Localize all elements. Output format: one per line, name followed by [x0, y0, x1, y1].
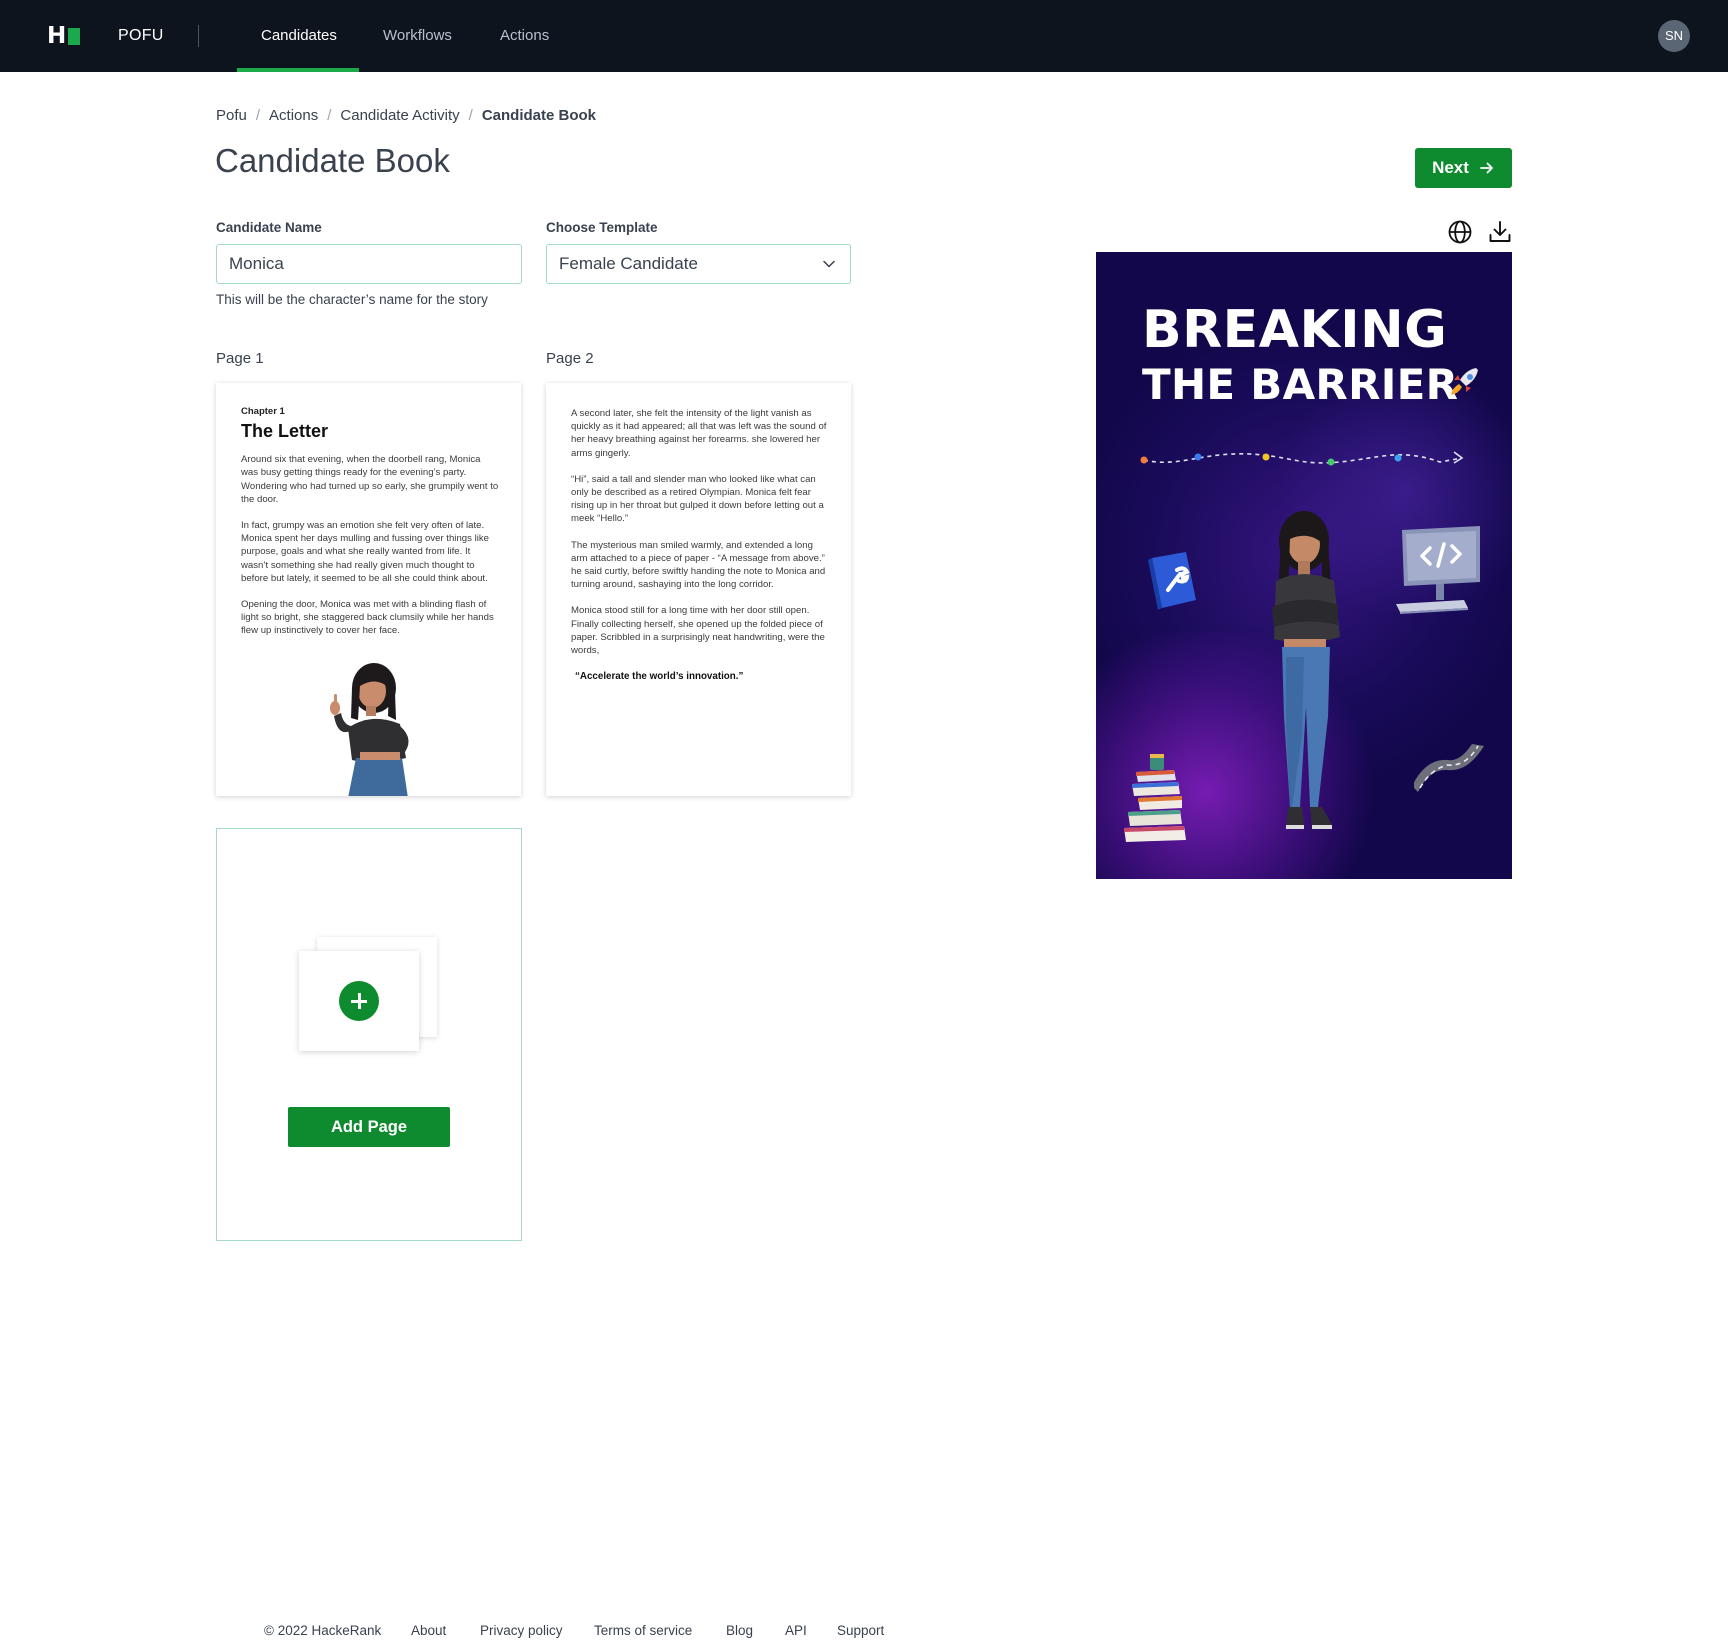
nav-divider — [198, 25, 199, 47]
story-paragraph: Opening the door, Monica was met with a … — [241, 599, 494, 637]
story-page-2[interactable]: A second later, she felt the intensity o… — [546, 383, 851, 796]
story-paragraph: “Hi”, said a tall and slender man who lo… — [571, 473, 824, 525]
hackerrank-logo[interactable]: H — [47, 23, 81, 49]
chapter-label: Chapter 1 — [241, 406, 285, 417]
breadcrumb-pofu[interactable]: Pofu — [216, 107, 247, 124]
candidate-name-input[interactable] — [216, 244, 522, 284]
cover-character — [1272, 511, 1340, 829]
footer-link-support[interactable]: Support — [837, 1622, 884, 1640]
story-paragraph: The mysterious man smiled warmly, and ex… — [571, 539, 826, 591]
book-cover-preview: BREAKING THE BARRIER — [1096, 252, 1512, 879]
road-icon — [1414, 744, 1484, 792]
dotted-path — [1140, 451, 1464, 466]
breadcrumb-separator: / — [255, 107, 261, 124]
breadcrumb-separator: / — [327, 107, 332, 124]
story-page-1[interactable]: Chapter 1 The Letter Around six that eve… — [216, 383, 521, 796]
story-paragraph: In fact, grumpy was an emotion she felt … — [241, 520, 489, 584]
footer-link-about[interactable]: About — [411, 1622, 446, 1640]
manual-book-icon — [1148, 552, 1196, 610]
cover-title-line1: BREAKING — [1142, 300, 1448, 360]
breadcrumb-candidate-book: Candidate Book — [481, 107, 596, 124]
character-illustration — [330, 663, 409, 796]
page-1-label: Page 1 — [216, 350, 264, 367]
story-paragraph: Around six that evening, when the doorbe… — [241, 454, 499, 505]
tab-workflows[interactable]: Workflows — [383, 26, 452, 46]
rocket-icon — [1451, 368, 1478, 395]
next-button[interactable]: Next — [1415, 148, 1512, 188]
add-page-plus-icon[interactable] — [339, 981, 379, 1021]
story-quote: “Accelerate the world’s innovation.” — [575, 671, 744, 683]
active-tab-indicator — [237, 68, 359, 72]
footer-link-terms[interactable]: Terms of service — [594, 1622, 692, 1640]
chapter-title: The Letter — [241, 421, 329, 442]
candidate-name-helper: This will be the character’s name for th… — [216, 292, 488, 307]
breadcrumb-candidate-activity[interactable]: Candidate Activity — [340, 107, 459, 124]
brand-name[interactable]: POFU — [118, 26, 164, 46]
tab-candidates[interactable]: Candidates — [261, 26, 337, 46]
page-title: Candidate Book — [215, 142, 450, 179]
story-paragraph: A second later, she felt the intensity o… — [571, 408, 827, 459]
user-avatar[interactable]: SN — [1658, 20, 1690, 52]
download-icon[interactable] — [1487, 219, 1513, 245]
breadcrumb-separator: / — [468, 107, 473, 124]
breadcrumb: Pofu / Actions / Candidate Activity / Candidat… — [216, 106, 596, 126]
page-2-label: Page 2 — [546, 350, 594, 367]
next-button-label: Next — [1432, 158, 1469, 177]
template-select[interactable]: Female Candidate — [546, 244, 851, 284]
footer-link-blog[interactable]: Blog — [726, 1622, 753, 1640]
tab-actions[interactable]: Actions — [500, 26, 549, 46]
arrow-right-icon — [1480, 162, 1493, 174]
books-stack-icon — [1124, 754, 1186, 842]
candidate-name-label: Candidate Name — [216, 220, 322, 235]
story-paragraph: Monica stood still for a long time with … — [571, 605, 825, 657]
cover-title-line2: THE BARRIER — [1142, 360, 1459, 409]
footer-link-api[interactable]: API — [785, 1622, 807, 1640]
template-select-value: Female Candidate — [559, 254, 698, 273]
template-label: Choose Template — [546, 220, 658, 235]
footer-link-privacy[interactable]: Privacy policy — [480, 1622, 563, 1640]
monitor-code-icon — [1396, 526, 1480, 614]
add-page-button[interactable]: Add Page — [288, 1107, 450, 1147]
add-page-card: Add Page — [216, 828, 522, 1241]
top-navbar: H POFU Candidates Workflows Actions SN — [0, 0, 1728, 72]
footer-copyright: © 2022 HackeRank — [264, 1623, 382, 1638]
chevron-down-icon — [823, 260, 835, 268]
breadcrumb-actions[interactable]: Actions — [269, 107, 318, 124]
globe-icon[interactable] — [1447, 219, 1473, 245]
